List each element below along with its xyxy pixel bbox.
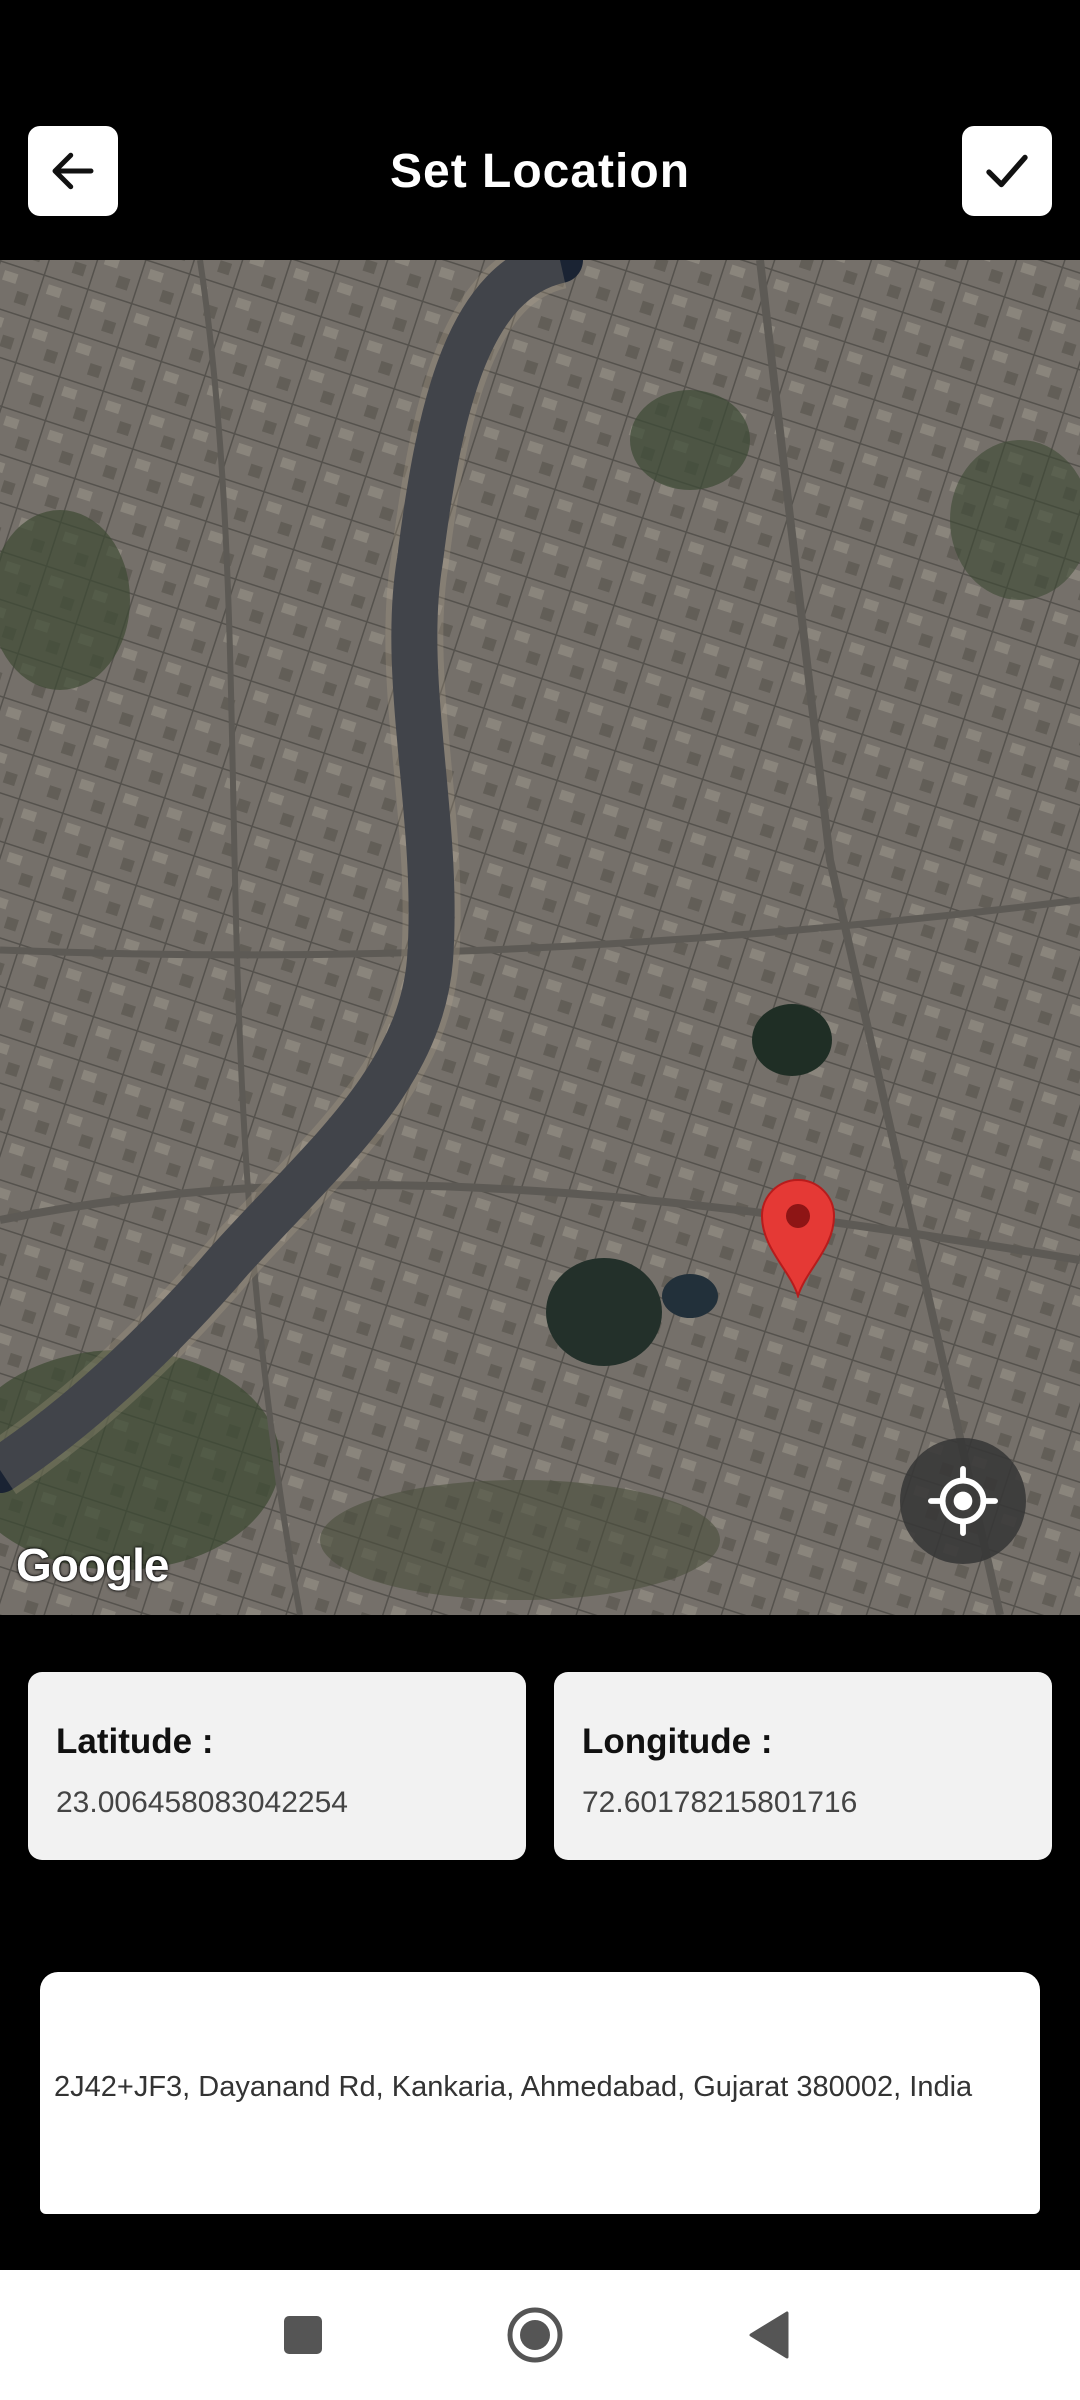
satellite-map-image bbox=[0, 260, 1080, 1615]
app-bar: Set Location bbox=[0, 100, 1080, 260]
confirm-button[interactable] bbox=[962, 126, 1052, 216]
longitude-value: 72.60178215801716 bbox=[582, 1786, 858, 1819]
longitude-card: Longitude : 72.60178215801716 bbox=[554, 1672, 1052, 1860]
address-text: 2J42+JF3, Dayanand Rd, Kankaria, Ahmedab… bbox=[54, 2071, 973, 2103]
page-title: Set Location bbox=[389, 145, 691, 198]
map-pin-icon[interactable] bbox=[760, 1178, 836, 1298]
my-location-button[interactable] bbox=[900, 1438, 1026, 1564]
address-field[interactable]: 2J42+JF3, Dayanand Rd, Kankaria, Ahmedab… bbox=[40, 1972, 1040, 2214]
latitude-card: Latitude : 23.006458083042254 bbox=[28, 1672, 526, 1860]
map-view[interactable]: Google bbox=[0, 260, 1080, 1615]
triangle-back-icon bbox=[749, 2311, 789, 2359]
nav-back-button[interactable] bbox=[734, 2300, 804, 2370]
system-nav-bar bbox=[0, 2270, 1080, 2400]
crosshair-icon bbox=[928, 1466, 998, 1536]
longitude-label: Longitude : bbox=[582, 1722, 773, 1761]
latitude-value: 23.006458083042254 bbox=[56, 1786, 348, 1819]
circle-icon bbox=[507, 2307, 563, 2363]
recents-button[interactable] bbox=[268, 2300, 338, 2370]
latitude-label: Latitude : bbox=[56, 1722, 214, 1761]
google-attribution: Google bbox=[16, 1539, 169, 1591]
status-bar bbox=[0, 0, 1080, 100]
square-icon bbox=[284, 2316, 322, 2354]
check-icon bbox=[986, 154, 1028, 188]
home-button[interactable] bbox=[500, 2300, 570, 2370]
